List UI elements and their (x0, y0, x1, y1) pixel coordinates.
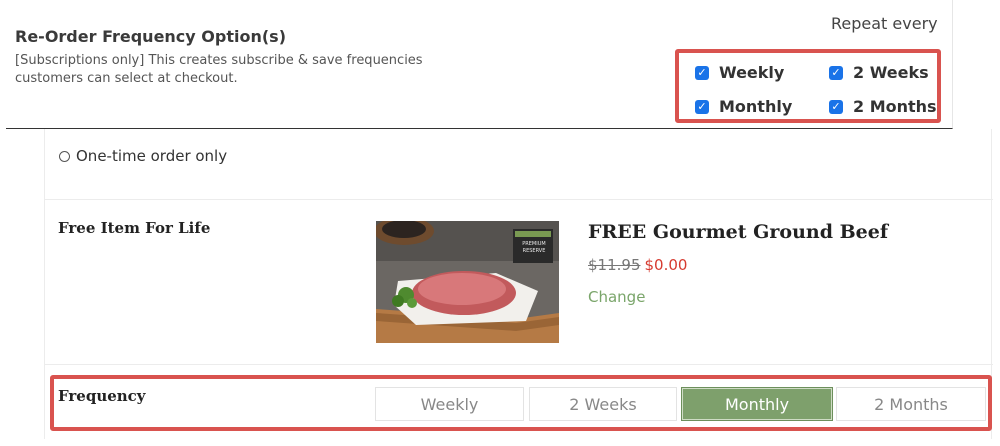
price-row: $11.95 $0.00 (588, 256, 687, 274)
original-price: $11.95 (588, 256, 641, 274)
option-label: 2 Weeks (853, 63, 929, 82)
divider (45, 199, 993, 200)
divider (45, 364, 993, 365)
option-label: 2 Months (853, 97, 937, 116)
ground-beef-photo (376, 221, 559, 343)
option-label: Weekly (719, 63, 785, 82)
product-title: FREE Gourmet Ground Beef (588, 221, 889, 243)
product-image: PREMIUM RESERVE (376, 221, 559, 343)
settings-title: Re-Order Frequency Option(s) (15, 27, 287, 46)
checkbox-2-weeks[interactable]: ✓ (829, 65, 843, 80)
one-time-radio[interactable] (59, 150, 70, 162)
freq-button-2-months[interactable]: 2 Months (836, 387, 986, 421)
change-product-link[interactable]: Change (588, 288, 645, 306)
settings-description: [Subscriptions only] This creates subscr… (15, 53, 423, 86)
option-label: Monthly (719, 97, 793, 116)
checkbox-monthly[interactable]: ✓ (695, 99, 709, 114)
option-2-months[interactable]: ✓ 2 Months (829, 97, 937, 116)
badge-line: RESERVE (522, 248, 546, 254)
freq-button-weekly[interactable]: Weekly (375, 387, 524, 421)
checkmark-icon: ✓ (697, 65, 707, 79)
frequency-options-highlight: ✓ Weekly ✓ 2 Weeks ✓ Monthly ✓ 2 Months (675, 49, 941, 123)
checkbox-weekly[interactable]: ✓ (695, 65, 709, 80)
checkmark-icon: ✓ (697, 99, 707, 113)
checkmark-icon: ✓ (831, 99, 841, 113)
option-weekly[interactable]: ✓ Weekly (695, 63, 784, 82)
badge-line: PREMIUM (522, 241, 546, 247)
frequency-label: Frequency (58, 387, 146, 405)
one-time-label: One-time order only (76, 147, 228, 165)
frequency-selector-highlight: Frequency Weekly 2 Weeks Monthly 2 Month… (50, 375, 992, 431)
option-2-weeks[interactable]: ✓ 2 Weeks (829, 63, 929, 82)
repeat-every-label: Repeat every (831, 14, 938, 33)
premium-badge-text: PREMIUM RESERVE (516, 241, 552, 255)
checkbox-2-months[interactable]: ✓ (829, 99, 843, 114)
sale-price: $0.00 (644, 256, 688, 274)
freq-button-2-weeks[interactable]: 2 Weeks (529, 387, 677, 421)
checkmark-icon: ✓ (831, 65, 841, 79)
one-time-order-option[interactable]: One-time order only (59, 147, 227, 165)
option-monthly[interactable]: ✓ Monthly (695, 97, 792, 116)
freq-button-monthly[interactable]: Monthly (681, 387, 833, 421)
free-item-label: Free Item For Life (58, 219, 211, 237)
